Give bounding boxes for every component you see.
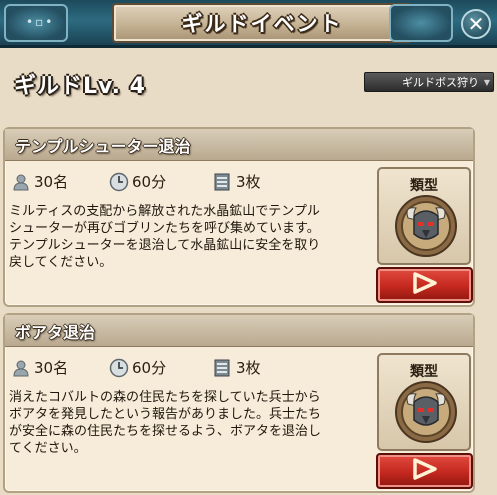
clock-icon: [109, 358, 129, 378]
ticket-stack-icon: [213, 172, 233, 192]
event-type-box: 類型: [377, 167, 471, 265]
event-type-box: 類型: [377, 353, 471, 451]
title-ornament-dots-left: •▫•: [26, 15, 55, 29]
duration-value: 60分: [132, 359, 167, 377]
horned-helmet-shield-icon: [394, 380, 458, 444]
horned-helmet-shield-icon: [394, 194, 458, 258]
play-arrow-icon: [410, 457, 440, 485]
window-title: ギルドイベント: [181, 12, 343, 36]
type-label: 類型: [410, 178, 438, 194]
start-event-button[interactable]: [376, 453, 473, 489]
event-title: テンプルシューター退治: [15, 136, 191, 156]
event-card-header: テンプルシューター退治: [5, 129, 473, 161]
person-icon: [11, 358, 31, 378]
type-label: 類型: [410, 364, 438, 380]
start-event-button[interactable]: [376, 267, 473, 303]
description-line: ボアタを発見したという報告がありました。兵士たち: [9, 407, 322, 422]
tickets-value: 3枚: [236, 173, 261, 191]
guild-boss-hunt-label: ギルドボス狩り: [402, 76, 479, 89]
close-icon: ✕: [467, 12, 485, 36]
participants-stat: 30名: [11, 357, 68, 378]
title-ornament-right: [389, 4, 453, 42]
duration-value: 60分: [132, 173, 167, 191]
duration-stat: 60分: [109, 357, 166, 378]
close-button[interactable]: ✕: [461, 9, 491, 39]
title-bar: •▫• ギルドイベント •▫• ✕: [0, 0, 497, 48]
title-plate: ギルドイベント: [112, 3, 412, 43]
guild-level: ギルドLv. 4: [14, 74, 146, 99]
description-line: てください。: [9, 441, 87, 456]
description-line: ミルティスの支配から解放された水晶鉱山でテンプル: [9, 204, 320, 219]
tickets-value: 3枚: [236, 359, 261, 377]
event-description: ミルティスの支配から解放された水晶鉱山でテンプル シューターが再びゴブリンたちを…: [9, 203, 371, 271]
duration-stat: 60分: [109, 171, 166, 192]
description-line: 消えたコバルトの森の住民たちを探していた兵士から: [9, 390, 321, 405]
description-line: 戻してください。: [9, 255, 113, 270]
guild-boss-hunt-button[interactable]: ギルドボス狩り ▼: [364, 72, 494, 92]
play-arrow-icon: [410, 271, 440, 299]
event-card: ボアタ退治 30名 60分 3枚 消えたコバルトの森の住民たちを探していた兵士か…: [3, 313, 475, 493]
event-title: ボアタ退治: [15, 322, 96, 342]
chevron-down-icon: ▼: [483, 78, 490, 87]
tickets-stat: 3枚: [213, 357, 261, 378]
description-line: シューターが再びゴブリンたちを呼び集めています。: [9, 221, 320, 236]
event-card: テンプルシューター退治 30名 60分 3枚 ミルティスの支配から解放された水晶…: [3, 127, 475, 307]
participants-value: 30名: [34, 173, 69, 191]
participants-value: 30名: [34, 359, 69, 377]
person-icon: [11, 172, 31, 192]
description-line: テンプルシューターを退治して水晶鉱山に安全を取り: [9, 238, 321, 253]
event-description: 消えたコバルトの森の住民たちを探していた兵士から ボアタを発見したという報告があ…: [9, 389, 371, 457]
event-card-header: ボアタ退治: [5, 315, 473, 347]
description-line: が安全に森の住民たちを探せるよう、ボアタを退治し: [9, 424, 322, 439]
participants-stat: 30名: [11, 171, 68, 192]
clock-icon: [109, 172, 129, 192]
ticket-stack-icon: [213, 358, 233, 378]
tickets-stat: 3枚: [213, 171, 261, 192]
